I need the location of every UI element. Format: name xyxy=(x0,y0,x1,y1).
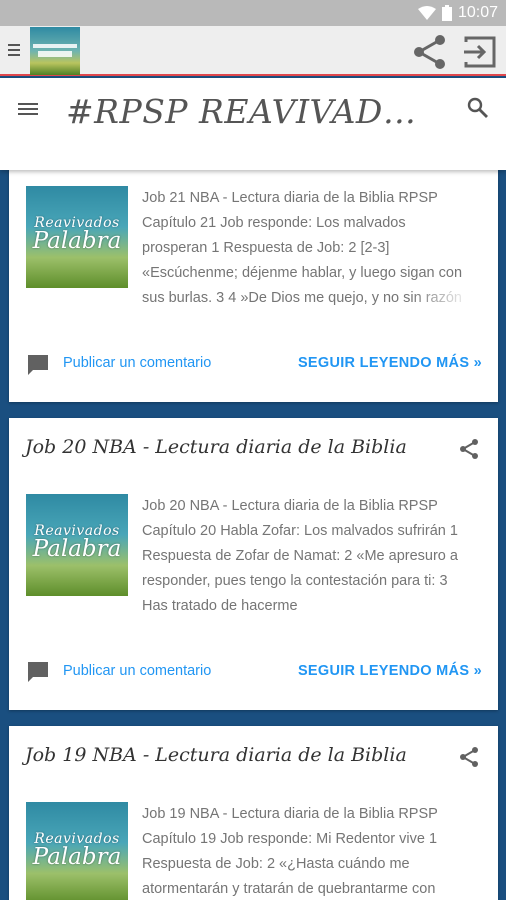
comment-icon[interactable] xyxy=(27,661,49,683)
share-icon[interactable] xyxy=(458,746,480,768)
thumbnail-text: Reavivados Palabra xyxy=(32,523,122,562)
comment-link[interactable]: Publicar un comentario xyxy=(63,355,211,371)
post-thumbnail[interactable]: Reavivados Palabra xyxy=(26,186,128,288)
comment-link[interactable]: Publicar un comentario xyxy=(63,663,211,679)
comment-icon[interactable] xyxy=(27,354,49,376)
search-icon[interactable] xyxy=(466,96,490,120)
menu-icon[interactable] xyxy=(18,100,42,120)
blog-title: #RPSP REAVIVADOS POR SU PALABRA xyxy=(66,92,426,131)
blog-header: #RPSP REAVIVADOS POR SU PALABRA xyxy=(0,78,506,170)
thumbnail-text: Reavivados Palabra xyxy=(32,831,122,870)
post-snippet: Job 21 NBA - Lectura diaria de la Biblia… xyxy=(142,186,472,311)
post-title[interactable]: Job 20 NBA - Lectura diaria de la Biblia xyxy=(25,436,407,458)
thumbnail-text: Reavivados Palabra xyxy=(32,215,122,254)
post-card: Job 20 NBA - Lectura diaria de la Biblia… xyxy=(9,418,498,710)
read-more-link[interactable]: SEGUIR LEYENDO MÁS » xyxy=(298,355,482,371)
share-icon[interactable] xyxy=(458,438,480,460)
read-more-link[interactable]: SEGUIR LEYENDO MÁS » xyxy=(298,663,482,679)
post-card: Reavivados Palabra Job 21 NBA - Lectura d… xyxy=(9,150,498,402)
post-thumbnail[interactable]: Reavivados Palabra xyxy=(26,494,128,596)
post-card: Job 19 NBA - Lectura diaria de la Biblia… xyxy=(9,726,498,900)
post-thumbnail[interactable]: Reavivados Palabra xyxy=(26,802,128,900)
post-snippet: Job 20 NBA - Lectura diaria de la Biblia… xyxy=(142,494,472,619)
post-snippet: Job 19 NBA - Lectura diaria de la Biblia… xyxy=(142,806,438,897)
post-title[interactable]: Job 19 NBA - Lectura diaria de la Biblia xyxy=(25,744,407,766)
